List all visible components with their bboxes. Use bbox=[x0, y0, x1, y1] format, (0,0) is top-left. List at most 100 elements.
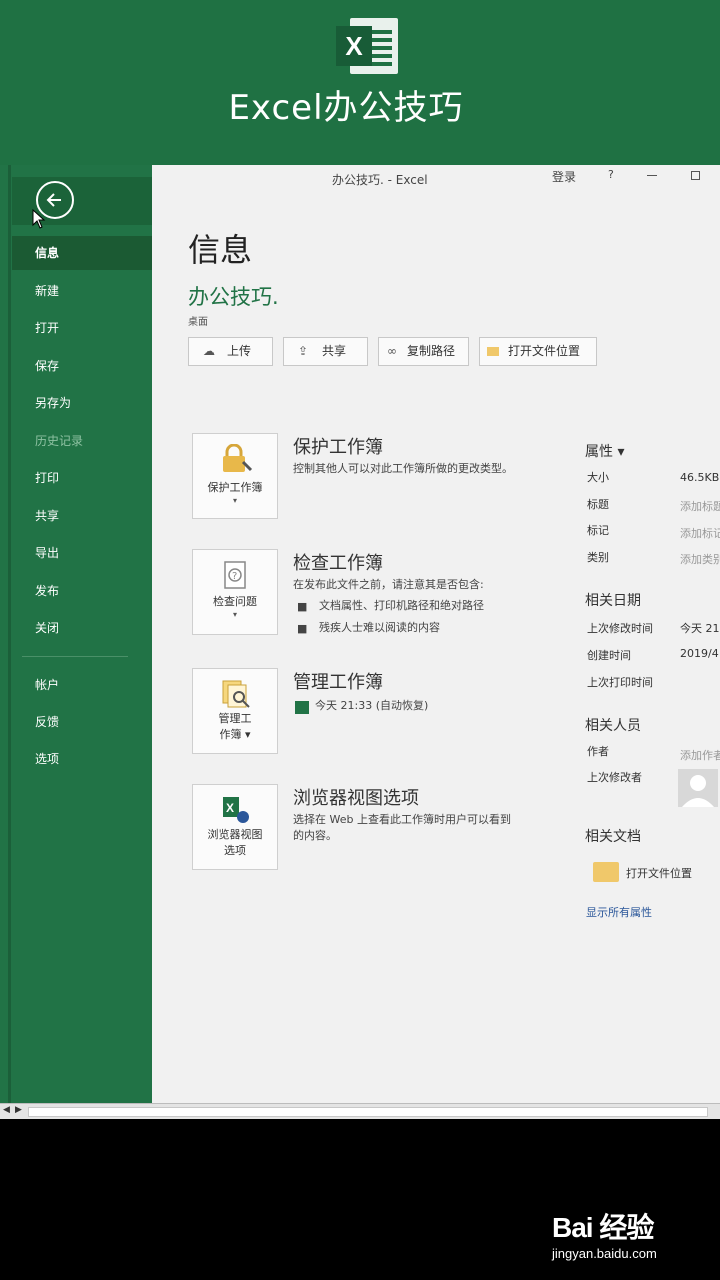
related-dates-heading: 相关日期 bbox=[585, 593, 641, 609]
show-all-properties-link[interactable]: 显示所有属性 bbox=[586, 904, 652, 920]
excel-logo-icon: X bbox=[336, 18, 402, 74]
title-value[interactable]: 添加标题 bbox=[680, 498, 720, 514]
file-location: 桌面 bbox=[188, 317, 208, 328]
upload-button[interactable]: ☁ 上传 bbox=[188, 337, 273, 366]
horizontal-scrollbar[interactable]: ◀ ▶ bbox=[0, 1103, 720, 1119]
author-value[interactable]: 添加作者 bbox=[680, 747, 720, 763]
nav-item-save[interactable]: 保存 bbox=[12, 349, 152, 383]
manage-workbook-button[interactable]: 管理工 作簿 ▾ bbox=[192, 668, 278, 754]
banner-title: Excel办公技巧 bbox=[228, 88, 464, 128]
autorecover-entry[interactable]: 今天 21:33 (自动恢复) bbox=[315, 698, 545, 714]
related-docs-heading: 相关文档 bbox=[585, 829, 641, 845]
open-location-button[interactable]: 打开文件位置 bbox=[479, 337, 597, 366]
scroll-left-icon[interactable]: ◀ bbox=[3, 1105, 10, 1115]
nav-item-info[interactable]: 信息 bbox=[12, 236, 152, 270]
help-icon[interactable]: ? bbox=[608, 168, 614, 181]
inspect-desc: 在发布此文件之前，请注意其是否包含: bbox=[293, 578, 484, 591]
protect-button-label: 保护工作簿 bbox=[207, 481, 263, 494]
inspect-bullet-1: 文档属性、打印机路径和绝对路径 bbox=[319, 599, 484, 612]
nav-item-open[interactable]: 打开 bbox=[12, 311, 152, 345]
copy-path-button[interactable]: ∞ 复制路径 bbox=[378, 337, 469, 366]
last-modified-by-label: 上次修改者 bbox=[587, 771, 642, 784]
folder-icon bbox=[487, 347, 499, 356]
protect-title: 保护工作簿 bbox=[293, 437, 383, 458]
nav-item-feedback[interactable]: 反馈 bbox=[12, 705, 152, 739]
share-icon: ⇪ bbox=[298, 344, 309, 358]
scroll-right-icon[interactable]: ▶ bbox=[15, 1105, 22, 1115]
browser-button-label-2: 选项 bbox=[224, 844, 246, 857]
browser-desc: 选择在 Web 上查看此工作簿时用户可以看到的内容。 bbox=[293, 813, 511, 842]
nav-item-export[interactable]: 导出 bbox=[12, 536, 152, 570]
open-file-location-link[interactable]: 打开文件位置 bbox=[626, 865, 692, 881]
nav-item-print[interactable]: 打印 bbox=[12, 461, 152, 495]
author-label: 作者 bbox=[587, 745, 609, 758]
upload-icon: ☁ bbox=[203, 344, 215, 358]
manage-button-label-1: 管理工 bbox=[218, 712, 252, 725]
tags-value[interactable]: 添加标记 bbox=[680, 525, 720, 541]
nav-divider bbox=[22, 656, 128, 657]
window-title: 办公技巧. - Excel bbox=[332, 173, 428, 187]
browser-view-icon: X bbox=[223, 797, 249, 823]
nav-item-options[interactable]: 选项 bbox=[12, 742, 152, 776]
check-issues-button[interactable]: ? 检查问题 ▾ bbox=[192, 549, 278, 635]
tags-label: 标记 bbox=[587, 524, 609, 537]
nav-item-new[interactable]: 新建 bbox=[12, 274, 152, 308]
user-icon bbox=[682, 775, 714, 807]
upload-label: 上传 bbox=[227, 344, 252, 358]
info-pane: 办公技巧. - Excel 登录 ? 信息 办公技巧. 桌面 ☁ 上传 ⇪ 共享… bbox=[152, 165, 720, 1105]
folder-icon bbox=[593, 862, 619, 882]
nav-edge bbox=[8, 165, 11, 1105]
manage-title: 管理工作簿 bbox=[293, 672, 383, 693]
nav-item-history: 历史记录 bbox=[35, 434, 84, 448]
open-location-label: 打开文件位置 bbox=[508, 344, 581, 358]
copy-path-label: 复制路径 bbox=[407, 344, 456, 358]
lock-icon bbox=[223, 444, 253, 472]
page-title: 信息 bbox=[188, 231, 253, 269]
share-button[interactable]: ⇪ 共享 bbox=[283, 337, 368, 366]
share-label: 共享 bbox=[322, 344, 347, 358]
baidu-watermark: Bai 经验 jingyan.baidu.com bbox=[552, 1198, 712, 1268]
printed-label: 上次打印时间 bbox=[587, 676, 653, 689]
watermark-url: jingyan.baidu.com bbox=[552, 1246, 657, 1261]
watermark-brand: Bai 经验 bbox=[552, 1212, 654, 1243]
category-label: 类别 bbox=[587, 551, 609, 564]
created-value: 2019/4 bbox=[680, 647, 719, 660]
dropdown-caret-icon: ▾ bbox=[233, 496, 238, 505]
protect-workbook-button[interactable]: 保护工作簿 ▾ bbox=[192, 433, 278, 519]
protect-desc: 控制其他人可以对此工作簿所做的更改类型。 bbox=[293, 462, 513, 475]
inspect-title: 检查工作簿 bbox=[293, 553, 383, 574]
nav-item-publish[interactable]: 发布 bbox=[12, 574, 152, 608]
logo-letter: X bbox=[336, 26, 372, 66]
top-banner: X Excel办公技巧 bbox=[0, 0, 720, 165]
size-value: 46.5KB bbox=[680, 471, 720, 484]
title-label: 标题 bbox=[587, 498, 609, 511]
related-people-heading: 相关人员 bbox=[585, 718, 641, 734]
browser-view-options-button[interactable]: X 浏览器视图 选项 bbox=[192, 784, 278, 870]
maximize-icon[interactable] bbox=[691, 171, 700, 180]
browser-button-label-1: 浏览器视图 bbox=[207, 828, 263, 841]
modified-label: 上次修改时间 bbox=[587, 622, 653, 635]
manage-document-icon bbox=[222, 680, 250, 708]
inspect-bullet-2: 残疾人士难以阅读的内容 bbox=[319, 621, 440, 634]
dropdown-caret-icon: ▾ bbox=[233, 610, 238, 619]
browser-title: 浏览器视图选项 bbox=[293, 788, 419, 809]
size-label: 大小 bbox=[587, 471, 609, 484]
link-icon: ∞ bbox=[387, 344, 397, 358]
login-link[interactable]: 登录 bbox=[552, 168, 576, 185]
nav-item-close[interactable]: 关闭 bbox=[12, 611, 152, 645]
inspect-button-label: 检查问题 bbox=[213, 595, 257, 608]
manage-button-label-2: 作簿 ▾ bbox=[219, 728, 251, 741]
nav-item-account[interactable]: 帐户 bbox=[12, 668, 152, 702]
properties-heading[interactable]: 属性 ▾ bbox=[585, 441, 624, 461]
nav-item-share[interactable]: 共享 bbox=[12, 499, 152, 533]
svg-text:?: ? bbox=[232, 571, 237, 582]
minimize-icon[interactable] bbox=[647, 175, 657, 176]
file-name: 办公技巧. bbox=[188, 285, 279, 309]
inspect-document-icon: ? bbox=[224, 561, 246, 589]
category-value[interactable]: 添加类别 bbox=[680, 551, 720, 567]
avatar bbox=[678, 769, 718, 807]
scrollbar-track[interactable] bbox=[28, 1107, 708, 1117]
nav-item-save-as[interactable]: 另存为 bbox=[12, 386, 152, 420]
modified-value: 今天 21:33 bbox=[680, 622, 720, 635]
created-label: 创建时间 bbox=[587, 649, 631, 662]
